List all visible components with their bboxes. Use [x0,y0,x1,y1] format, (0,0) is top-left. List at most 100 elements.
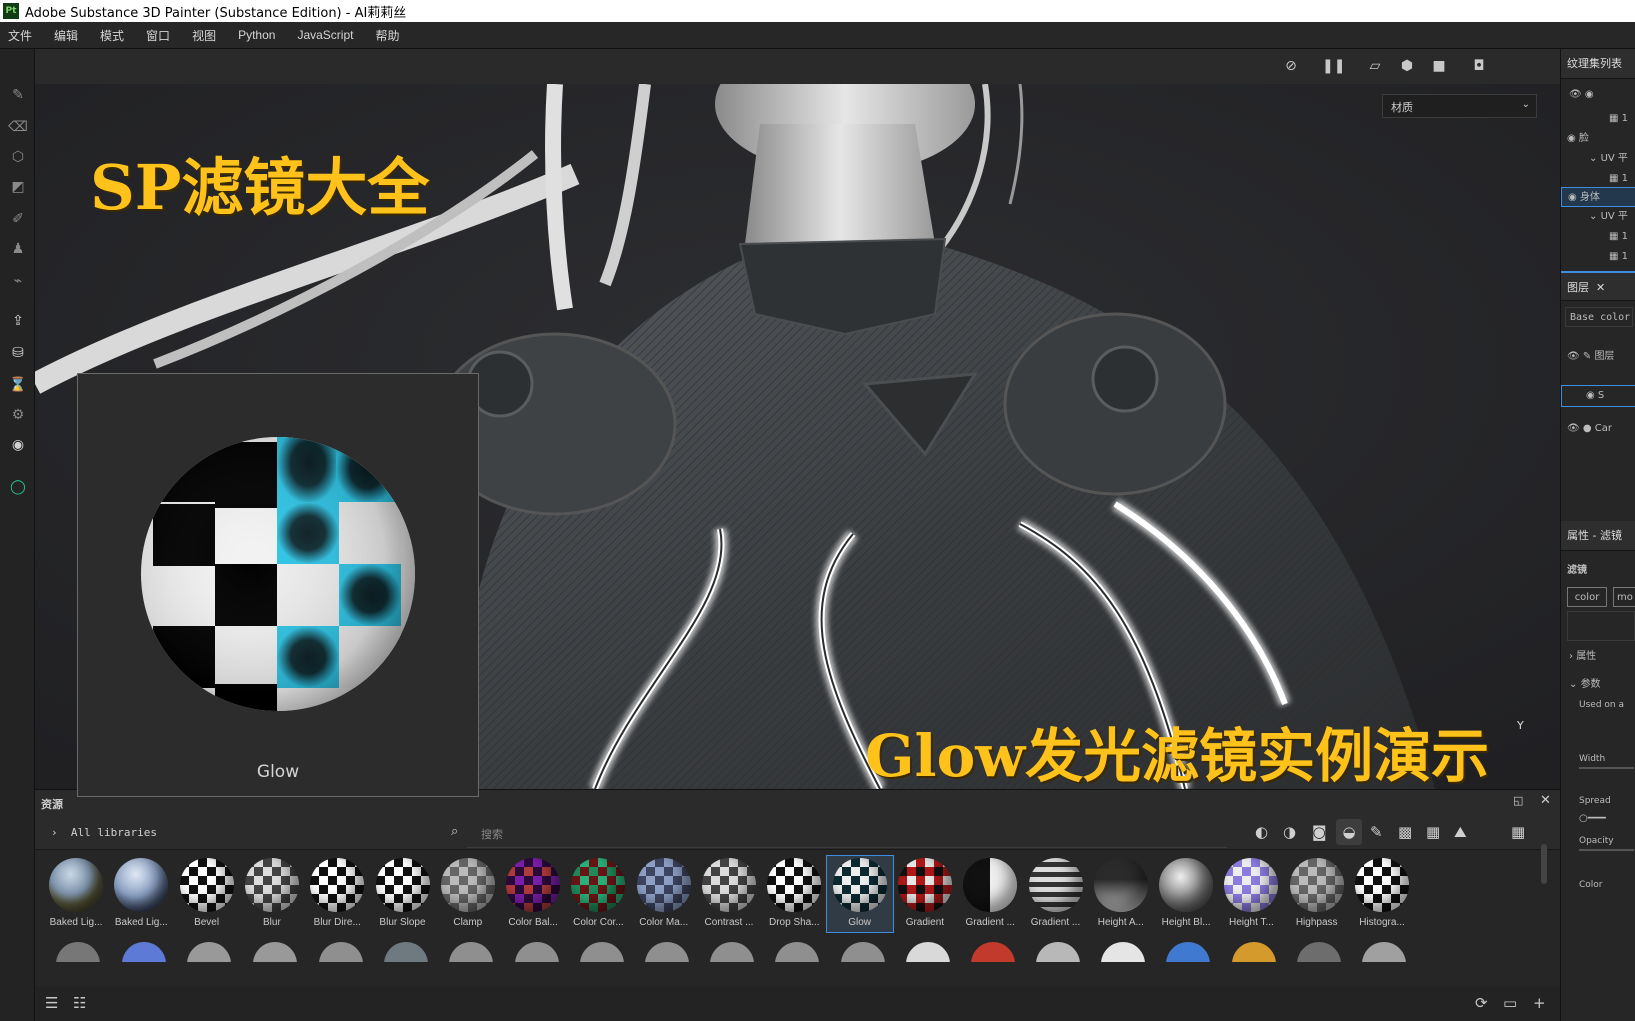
export-icon[interactable]: ⇪ [8,311,28,331]
asset-item[interactable]: Highpass [1284,856,1350,932]
brushes-filter-icon[interactable]: ✎ [1370,823,1383,841]
menu-view[interactable]: 视图 [192,27,216,44]
asset-item[interactable]: Glow [825,855,894,933]
section-attributes[interactable]: › 属性 [1561,647,1635,667]
assets-scrollbar[interactable] [1541,844,1547,884]
alphas-filter-icon[interactable]: ▦ [1426,823,1440,841]
menu-window[interactable]: 窗口 [146,27,170,44]
asset-item[interactable]: Color Cor... [565,856,631,932]
layer-item-fill[interactable]: 👁 ● Car [1561,419,1635,443]
camera-settings-icon[interactable]: ◉ [8,435,28,455]
spread-slider[interactable]: ○━━━ [1561,809,1635,829]
environments-filter-icon[interactable]: ⛰ [1454,823,1467,841]
asset-label: Gradient [905,917,945,928]
grid-icon[interactable]: ▦ 1 [1561,227,1635,247]
asset-item[interactable]: Clamp [435,856,501,932]
paint-brush-icon[interactable]: ✎ [8,85,28,105]
eraser-icon[interactable]: ⌫ [8,117,28,137]
3d-view-icon[interactable]: ⬢ [1396,57,1418,75]
menu-file[interactable]: 文件 [8,27,32,44]
menu-python[interactable]: Python [238,28,275,42]
asset-item[interactable]: Color Bal... [500,856,566,932]
filter-slot[interactable] [1567,611,1635,641]
layers-title-label: 图层 [1567,281,1589,294]
texture-sets-title: 纹理集列表 [1561,49,1635,79]
display-settings-icon[interactable]: ⚙ [8,405,28,425]
asset-item[interactable]: Contrast ... [696,856,762,932]
asset-item[interactable]: Blur [239,856,305,932]
bake-icon[interactable]: ⛁ [8,343,28,363]
screenshot-icon[interactable]: ◘ [1468,57,1490,75]
channel-select[interactable]: Base color [1565,307,1633,327]
masks-filter-icon[interactable]: ◙ [1312,823,1327,841]
menu-mode[interactable]: 模式 [100,27,124,44]
asset-item[interactable]: Blur Dire... [304,856,370,932]
param-color-label: Color [1579,880,1603,890]
pause-icon[interactable]: ❚❚ [1322,57,1345,75]
list-settings-icon[interactable]: ☰ [45,994,58,1012]
close-icon[interactable]: ✕ [1540,793,1551,808]
filters-filter-icon[interactable]: ◒ [1336,819,1362,845]
history-icon[interactable]: ⌛ [8,375,28,395]
new-folder-icon[interactable]: ▭ [1503,994,1517,1012]
texture-set-face[interactable]: ◉ 脸 [1561,129,1635,149]
asset-item[interactable]: Height T... [1218,856,1284,932]
filter-label: 滤镜 [1567,565,1587,576]
clone-stamp-icon[interactable]: ♟ [8,239,28,259]
textures-filter-icon[interactable]: ▩ [1398,823,1412,841]
layer-item-paint[interactable]: 👁 ✎ 图层 [1561,347,1635,371]
uv-set-2-label: UV 平 [1600,211,1628,222]
window-title: Adobe Substance 3D Painter (Substance Ed… [25,5,407,21]
search-input[interactable]: 搜索 [481,826,503,842]
materials-filter-icon[interactable]: ◐ [1255,823,1268,841]
asset-item[interactable]: Gradient ... [957,856,1023,932]
asset-item[interactable]: Gradient ... [1023,856,1089,932]
asset-thumbnail [114,858,169,912]
asset-item[interactable]: Baked Lig... [108,856,174,932]
add-icon[interactable]: + [1533,994,1546,1012]
video-icon[interactable]: ■ [1428,57,1450,75]
material-dropdown[interactable]: 材质 ⌄ [1382,94,1537,118]
filter-chip-2[interactable]: mo [1613,587,1635,607]
filter-effect-row[interactable]: ◉ S [1561,385,1635,407]
asset-item[interactable]: Bevel [174,856,240,932]
smudge-icon[interactable]: ✐ [8,209,28,229]
filter-list-icon[interactable]: ☷ [73,994,86,1012]
asset-item[interactable]: Height Bl... [1153,856,1219,932]
projection-icon[interactable]: ⬡ [8,147,28,167]
asset-thumbnail [963,858,1018,912]
asset-item[interactable]: Color Ma... [631,856,697,932]
grid-icon[interactable]: ▦ 1 [1561,169,1635,189]
plugin-icon[interactable]: ◯ [8,477,28,497]
refresh-icon[interactable]: ⟳ [1475,994,1488,1012]
uv-set-1[interactable]: ⌄ UV 平 [1561,149,1635,169]
geometry-mask-icon[interactable]: ◩ [8,177,28,197]
asset-item[interactable]: Height A... [1088,856,1154,932]
undock-icon[interactable]: ◱ [1513,794,1523,807]
library-selector[interactable]: › All libraries [51,826,157,839]
hide-ui-icon[interactable]: ⊘ [1280,57,1302,75]
smart-materials-filter-icon[interactable]: ◑ [1283,823,1296,841]
asset-item[interactable]: Baked Lig... [43,856,109,932]
texture-set-body[interactable]: ◉ 身体 [1561,187,1635,207]
color-picker-icon[interactable]: ⌁ [8,271,28,291]
opacity-slider[interactable] [1579,849,1634,851]
section-parameters[interactable]: ⌄ 参数 [1561,675,1635,695]
asset-item[interactable]: Histogra... [1349,856,1415,932]
menu-help[interactable]: 帮助 [375,27,399,44]
grid-icon[interactable]: ▦ 1 [1561,109,1635,129]
asset-label: Color Cor... [573,917,624,928]
grid-view-icon[interactable]: ▦ [1511,823,1525,841]
menu-edit[interactable]: 编辑 [54,27,78,44]
filter-chip[interactable]: color [1567,587,1607,607]
asset-item[interactable]: Drop Sha... [761,856,827,932]
eye-icon[interactable]: 👁 ◉ [1561,85,1635,105]
asset-item[interactable]: Blur Slope [370,856,436,932]
width-slider[interactable] [1579,767,1634,769]
uv-set-2[interactable]: ⌄ UV 平 [1561,207,1635,227]
asset-thumbnail [1093,858,1148,912]
menu-javascript[interactable]: JavaScript [297,28,353,42]
asset-item[interactable]: Gradient [892,856,958,932]
2d-view-icon[interactable]: ▱ [1364,57,1386,75]
grid-icon[interactable]: ▦ 1 [1561,247,1635,267]
